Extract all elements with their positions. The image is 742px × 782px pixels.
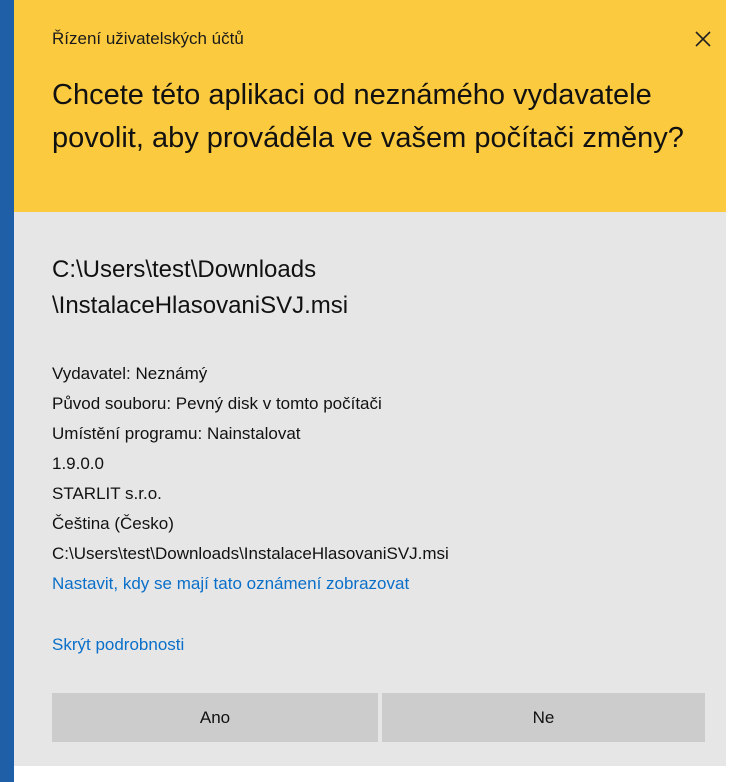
program-path-line1: C:\Users\test\Downloads (52, 256, 317, 283)
notification-settings-link[interactable]: Nastavit, kdy se mají tato oznámení zobr… (52, 569, 409, 599)
uac-question: Chcete této aplikaci od neznámého vydava… (52, 79, 684, 154)
publisher-info: Vydavatel: Neznámý (52, 364, 208, 383)
close-icon[interactable] (690, 26, 716, 52)
hide-details-link[interactable]: Skrýt podrobnosti (52, 630, 184, 660)
window-title: Řízení uživatelských účtů (52, 29, 244, 48)
window-accent-edge (0, 0, 14, 782)
full-path-info: C:\Users\test\Downloads\InstalaceHlasova… (52, 544, 449, 563)
program-details: Vydavatel: Neznámý Původ souboru: Pevný … (52, 359, 712, 569)
company-info: STARLIT s.r.o. (52, 484, 162, 503)
program-location-info: Umístění programu: Nainstalovat (52, 424, 301, 443)
no-button[interactable]: Ne (382, 693, 705, 742)
yes-button[interactable]: Ano (52, 693, 378, 742)
version-info: 1.9.0.0 (52, 454, 104, 473)
file-origin-info: Původ souboru: Pevný disk v tomto počíta… (52, 394, 382, 413)
uac-dialog: Řízení uživatelských účtů Chcete této ap… (0, 0, 742, 782)
program-path-line2: \InstalaceHlasovaniSVJ.msi (52, 292, 349, 319)
dialog-bottom-frame (14, 766, 726, 782)
language-info: Čeština (Česko) (52, 514, 174, 533)
program-path: C:\Users\test\Downloads \InstalaceHlasov… (52, 252, 692, 324)
